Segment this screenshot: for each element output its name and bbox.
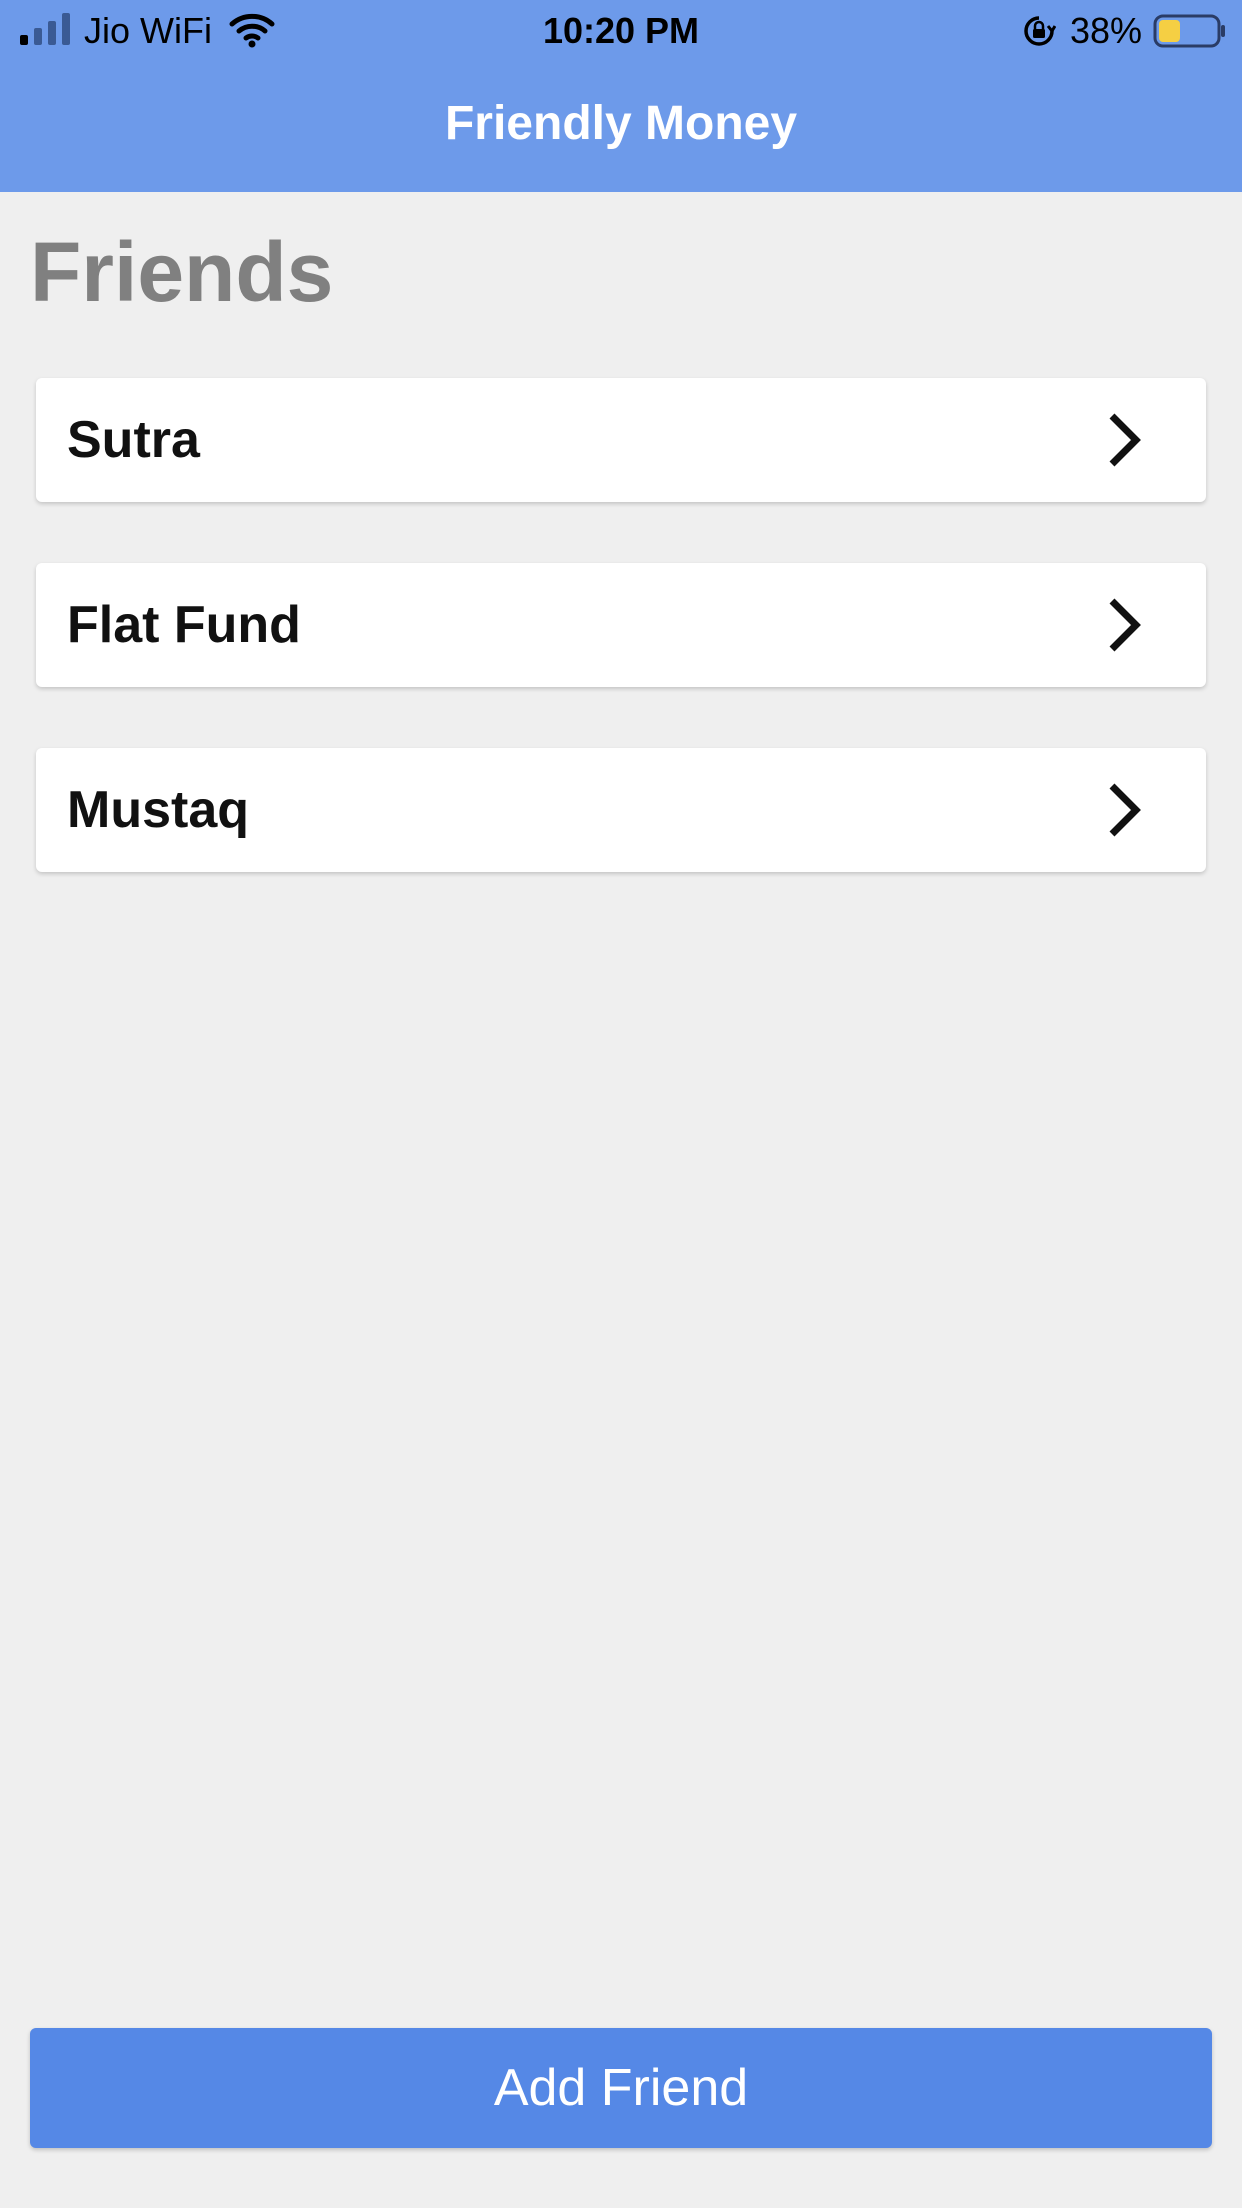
friend-list-item[interactable]: Mustaq — [36, 748, 1206, 872]
chevron-right-icon — [1109, 413, 1141, 467]
chevron-right-icon — [1109, 598, 1141, 652]
friend-list-item[interactable]: Flat Fund — [36, 563, 1206, 687]
rotation-lock-icon — [1024, 16, 1056, 46]
battery-percentage: 38% — [1070, 10, 1143, 51]
status-bar: Jio WiFi 10:20 PM 38% — [0, 0, 1242, 62]
chevron-right-icon — [1109, 783, 1141, 837]
section-title-friends: Friends — [30, 225, 334, 319]
friend-list-item[interactable]: Sutra — [36, 378, 1206, 502]
app-title: Friendly Money — [444, 97, 798, 150]
friend-name: Flat Fund — [67, 596, 301, 654]
friend-name: Mustaq — [67, 781, 249, 839]
friend-name: Sutra — [67, 411, 200, 469]
battery-icon — [1153, 14, 1225, 48]
app-header: Jio WiFi 10:20 PM 38% Friendly Money — [0, 0, 1242, 192]
add-friend-button[interactable]: Add Friend — [30, 2028, 1212, 2148]
